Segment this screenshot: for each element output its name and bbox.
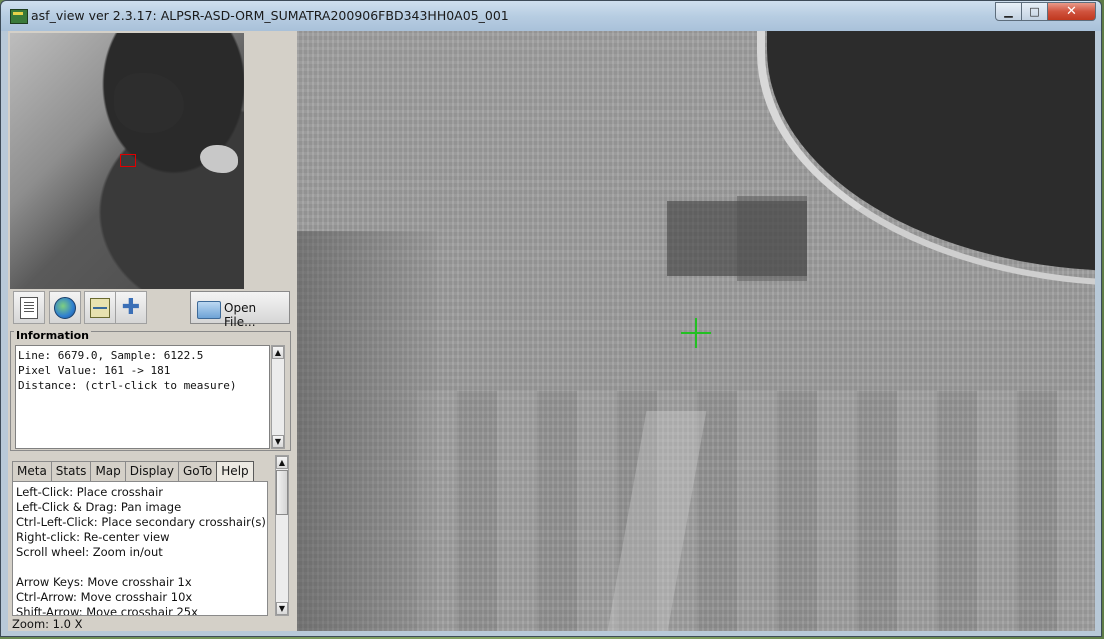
tab-stats[interactable]: Stats bbox=[50, 461, 92, 481]
field-texture bbox=[417, 391, 1095, 631]
open-file-label: Open File... bbox=[224, 301, 257, 329]
document-icon bbox=[20, 296, 38, 319]
help-line: Ctrl-Arrow: Move crosshair 10x bbox=[16, 590, 193, 604]
crosshair-icon bbox=[681, 318, 711, 348]
scroll-thumb[interactable] bbox=[276, 470, 288, 515]
tab-display[interactable]: Display bbox=[124, 461, 179, 481]
help-line: Left-Click: Place crosshair bbox=[16, 485, 164, 499]
help-line: Shift-Arrow: Move crosshair 25x bbox=[16, 605, 198, 616]
dark-field-patch bbox=[737, 196, 807, 281]
add-button[interactable]: ✚ bbox=[115, 291, 147, 324]
help-line: Left-Click & Drag: Pan image bbox=[16, 500, 182, 514]
zoom-status: Zoom: 1.0 X bbox=[12, 617, 83, 631]
close-button[interactable]: ✕ bbox=[1047, 2, 1096, 21]
sea-area bbox=[767, 31, 1095, 271]
overview-bay bbox=[114, 73, 184, 133]
help-scrollbar[interactable]: ▲ ▼ bbox=[275, 455, 289, 616]
help-line bbox=[16, 560, 264, 575]
scroll-up-icon[interactable]: ▲ bbox=[272, 346, 284, 359]
app-icon bbox=[10, 9, 28, 24]
info-line: Pixel Value: 161 -> 181 bbox=[18, 364, 171, 377]
information-text[interactable]: Line: 6679.0, Sample: 6122.5 Pixel Value… bbox=[15, 345, 270, 449]
scroll-down-icon[interactable]: ▼ bbox=[276, 602, 288, 615]
information-panel: Information Line: 6679.0, Sample: 6122.5… bbox=[10, 329, 291, 451]
information-label: Information bbox=[14, 329, 91, 342]
overview-thumbnail[interactable] bbox=[10, 33, 244, 289]
info-scrollbar[interactable]: ▲ ▼ bbox=[271, 345, 285, 449]
window-title: asf_view ver 2.3.17: ALPSR-ASD-ORM_SUMAT… bbox=[31, 8, 509, 23]
open-file-button[interactable]: Open File... bbox=[190, 291, 290, 329]
map-button[interactable] bbox=[84, 291, 116, 324]
info-line: Line: 6679.0, Sample: 6122.5 bbox=[18, 349, 204, 362]
plus-icon: ✚ bbox=[121, 294, 141, 320]
help-line: Scroll wheel: Zoom in/out bbox=[16, 545, 163, 559]
maximize-button[interactable]: □ bbox=[1021, 2, 1048, 21]
overview-island bbox=[200, 145, 238, 173]
title-bar[interactable]: asf_view ver 2.3.17: ALPSR-ASD-ORM_SUMAT… bbox=[1, 1, 1101, 31]
tab-meta[interactable]: Meta bbox=[12, 461, 52, 481]
client-area: ✚ Open File... Information Line: 6679.0,… bbox=[8, 31, 1095, 631]
google-earth-button[interactable] bbox=[49, 291, 81, 324]
scroll-down-icon[interactable]: ▼ bbox=[272, 435, 284, 448]
help-line: Ctrl-Left-Click: Place secondary crossha… bbox=[16, 515, 266, 529]
folder-icon bbox=[197, 301, 221, 319]
tab-bar: Meta Stats Map Display GoTo Help bbox=[12, 461, 254, 481]
minimize-button[interactable]: ▁ bbox=[995, 2, 1022, 21]
tab-help[interactable]: Help bbox=[216, 461, 254, 481]
scroll-up-icon[interactable]: ▲ bbox=[276, 456, 288, 469]
help-line: Arrow Keys: Move crosshair 1x bbox=[16, 575, 192, 589]
tab-goto[interactable]: GoTo bbox=[178, 461, 218, 481]
globe-icon bbox=[54, 296, 76, 319]
tab-map[interactable]: Map bbox=[90, 461, 126, 481]
help-line: Right-click: Re-center view bbox=[16, 530, 170, 544]
app-window: asf_view ver 2.3.17: ALPSR-ASD-ORM_SUMAT… bbox=[0, 0, 1102, 637]
dark-river-band bbox=[297, 231, 437, 631]
map-icon bbox=[90, 297, 110, 318]
overview-viewport-box[interactable] bbox=[120, 154, 136, 167]
help-text: Left-Click: Place crosshair Left-Click &… bbox=[12, 481, 268, 616]
image-canvas[interactable] bbox=[297, 31, 1095, 631]
info-line: Distance: (ctrl-click to measure) bbox=[18, 379, 237, 392]
metadata-button[interactable] bbox=[13, 291, 45, 324]
